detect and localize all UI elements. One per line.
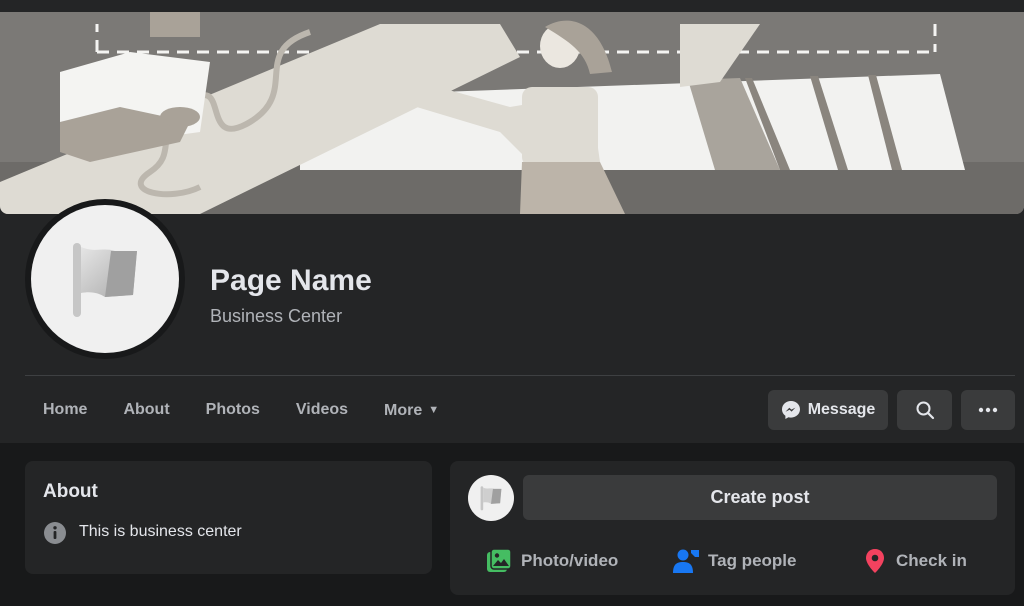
about-card-title: About: [43, 481, 98, 502]
more-options-button[interactable]: [961, 390, 1015, 430]
tab-about[interactable]: About: [105, 388, 187, 432]
message-button-label: Message: [807, 401, 876, 418]
page-title: Page Name: [210, 264, 372, 297]
tab-home[interactable]: Home: [25, 388, 105, 432]
tab-videos[interactable]: Videos: [278, 388, 366, 432]
check-in-label: Check in: [896, 551, 967, 570]
message-button[interactable]: Message: [768, 390, 888, 430]
tab-photos[interactable]: Photos: [188, 388, 278, 432]
about-card: About This is business center: [25, 461, 432, 574]
tab-more[interactable]: More ▼: [366, 388, 457, 432]
search-icon: [916, 401, 934, 420]
page-category[interactable]: Business Center: [210, 306, 342, 327]
flag-icon: [480, 486, 502, 511]
profile-picture[interactable]: [31, 205, 179, 353]
check-in-button[interactable]: Check in: [862, 543, 967, 579]
tab-more-label: More: [384, 402, 423, 419]
tag-people-icon: [673, 549, 699, 573]
flag-icon: [73, 243, 137, 317]
info-icon: [44, 522, 66, 544]
header-divider: [25, 375, 1015, 376]
create-post-card: Create post Photo/video Tag people Check…: [450, 461, 1015, 595]
tag-people-label: Tag people: [708, 551, 797, 570]
location-pin-icon: [866, 549, 884, 573]
messenger-icon: [781, 401, 800, 419]
about-description: This is business center: [79, 523, 242, 540]
cover-illustration: [0, 12, 1024, 214]
cover-photo[interactable]: [0, 12, 1024, 214]
photo-icon: [487, 548, 512, 572]
create-post-button[interactable]: Create post: [523, 475, 997, 520]
page-tabs: Home About Photos Videos More ▼: [25, 388, 457, 432]
tag-people-button[interactable]: Tag people: [672, 543, 796, 579]
photo-video-label: Photo/video: [521, 551, 619, 570]
composer-avatar[interactable]: [468, 475, 514, 521]
photo-video-button[interactable]: Photo/video: [485, 543, 618, 579]
caret-down-icon: ▼: [428, 404, 440, 416]
ellipsis-icon: [978, 407, 998, 413]
search-button[interactable]: [897, 390, 952, 430]
